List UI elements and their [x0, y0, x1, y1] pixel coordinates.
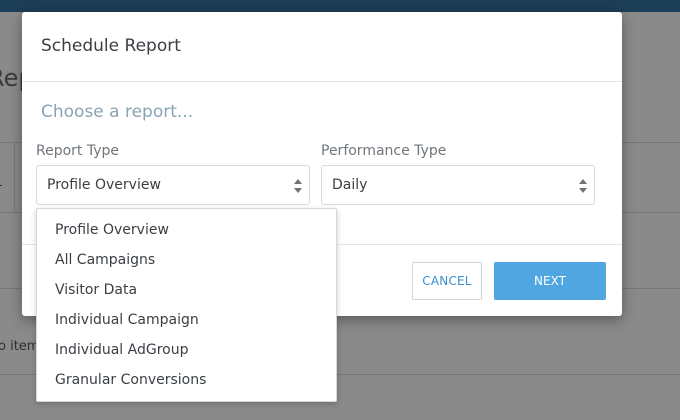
modal-title: Schedule Report — [41, 36, 181, 56]
cancel-button[interactable]: CANCEL — [412, 262, 482, 300]
choose-report-input[interactable]: Choose a report... — [41, 102, 193, 122]
dropdown-item-granular-conversions[interactable]: Granular Conversions — [37, 369, 336, 399]
select-arrows-icon — [579, 179, 587, 193]
report-type-select[interactable]: Profile Overview — [36, 165, 310, 205]
report-type-label: Report Type — [36, 143, 120, 159]
dropdown-item-all-campaigns[interactable]: All Campaigns — [37, 249, 336, 279]
next-button[interactable]: NEXT — [494, 262, 606, 300]
report-type-dropdown: Profile Overview All Campaigns Visitor D… — [36, 208, 337, 402]
select-arrows-icon — [294, 179, 302, 193]
modal-header: Schedule Report — [22, 12, 622, 82]
performance-type-value: Daily — [332, 177, 368, 193]
dropdown-item-individual-campaign[interactable]: Individual Campaign — [37, 309, 336, 339]
background-cell-text: - — [0, 178, 3, 193]
performance-type-select[interactable]: Daily — [321, 165, 595, 205]
background-empty-text: o item — [0, 339, 40, 354]
dropdown-item-individual-adgroup[interactable]: Individual AdGroup — [37, 339, 336, 369]
performance-type-label: Performance Type — [321, 143, 447, 159]
dropdown-item-visitor-data[interactable]: Visitor Data — [37, 279, 336, 309]
background-cell-divider — [14, 142, 15, 212]
dropdown-item-profile-overview[interactable]: Profile Overview — [37, 219, 336, 249]
background-topbar — [0, 0, 680, 12]
report-type-value: Profile Overview — [47, 177, 161, 193]
